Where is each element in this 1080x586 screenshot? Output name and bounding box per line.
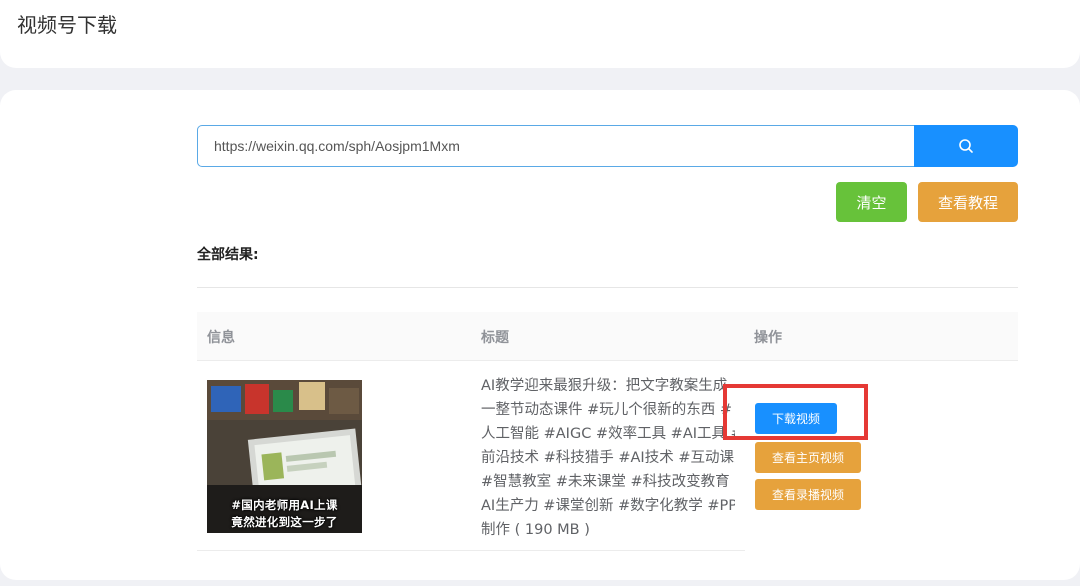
search-bar bbox=[197, 125, 1018, 167]
video-title-line: 前沿技术 #科技猎手 #AI技术 #互动课堂 bbox=[481, 450, 735, 466]
column-header-title: 标题 bbox=[481, 330, 509, 346]
download-video-button[interactable]: 下载视频 bbox=[755, 403, 837, 434]
header-card: 视频号下载 bbox=[0, 0, 1080, 68]
video-title-line: 人工智能 #AIGC #效率工具 #AI工具 # bbox=[481, 426, 735, 442]
video-title-line: 一整节动态课件 #玩儿个很新的东西 # bbox=[481, 402, 733, 418]
video-title-line: 制作 ( 190 MB ) bbox=[481, 522, 590, 538]
thumbnail-caption-line: #国内老师用AI上课 bbox=[231, 498, 338, 512]
column-header-action: 操作 bbox=[754, 330, 782, 346]
video-title-line: AI教学迎来最狠升级：把文字教案生成 bbox=[481, 378, 728, 394]
search-icon bbox=[959, 139, 973, 153]
video-title-line: #智慧教室 #未来课堂 #科技改变教育 # bbox=[481, 474, 735, 490]
view-home-videos-button[interactable]: 查看主页视频 bbox=[755, 442, 861, 473]
view-live-replay-button[interactable]: 查看录播视频 bbox=[755, 479, 861, 510]
clear-button[interactable]: 清空 bbox=[836, 182, 907, 222]
column-header-info: 信息 bbox=[207, 330, 235, 346]
video-title-line: AI生产力 #课堂创新 #数字化教学 #PPT bbox=[481, 498, 735, 514]
video-thumbnail: #国内老师用AI上课 竟然进化到这一步了 bbox=[207, 380, 362, 533]
search-button[interactable] bbox=[914, 125, 1018, 167]
divider bbox=[197, 287, 1018, 288]
table-header: 信息 标题 操作 bbox=[197, 312, 1018, 361]
thumbnail-caption: #国内老师用AI上课 竟然进化到这一步了 bbox=[207, 497, 362, 531]
row-divider bbox=[197, 550, 745, 551]
results-label: 全部结果: bbox=[197, 247, 259, 263]
page-title: 视频号下载 bbox=[17, 13, 117, 37]
search-input[interactable] bbox=[197, 125, 914, 167]
video-title: AI教学迎来最狠升级：把文字教案生成 一整节动态课件 #玩儿个很新的东西 # 人… bbox=[481, 374, 735, 542]
thumbnail-caption-line: 竟然进化到这一步了 bbox=[231, 515, 338, 529]
tutorial-button[interactable]: 查看教程 bbox=[918, 182, 1018, 222]
